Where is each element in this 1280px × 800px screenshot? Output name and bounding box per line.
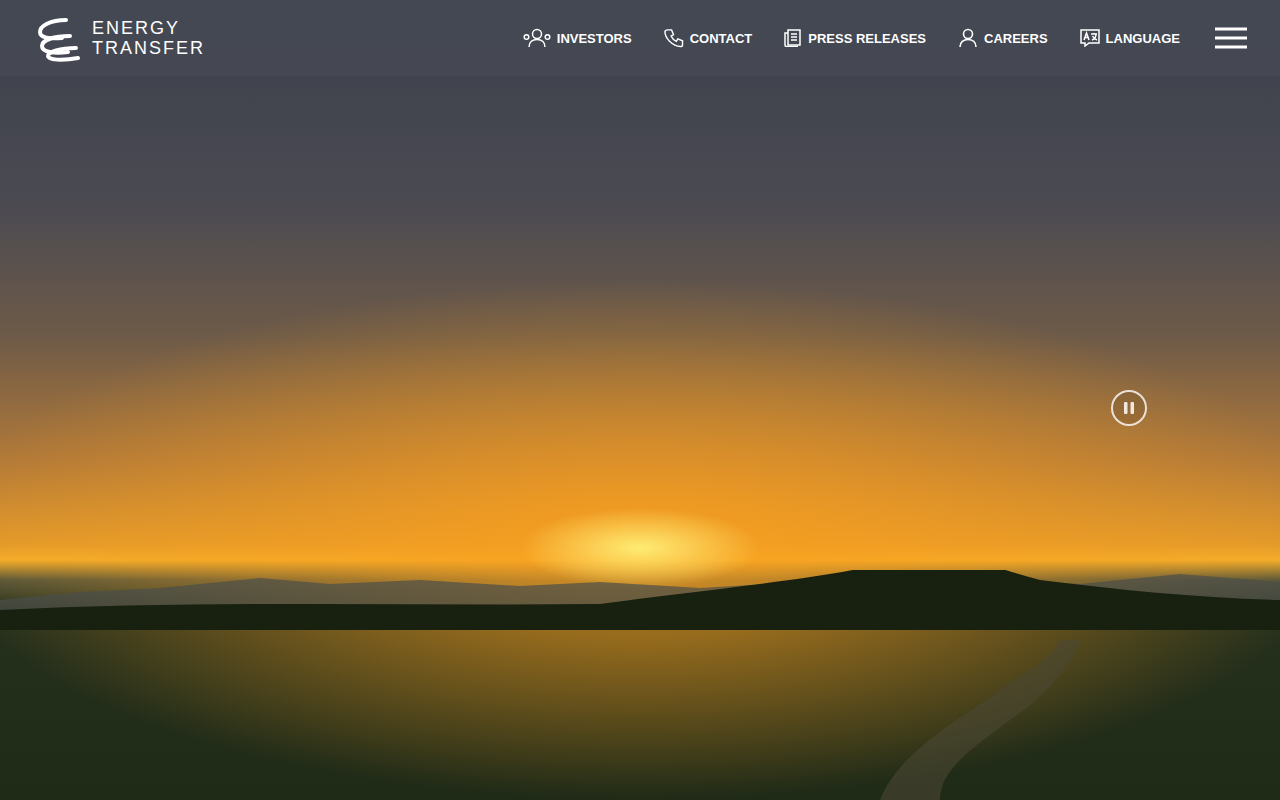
nav-label: INVESTORS [557, 31, 632, 46]
menu-button[interactable] [1214, 26, 1248, 50]
logo-text: TRANSFER [92, 38, 205, 58]
nav-label: CAREERS [984, 31, 1048, 46]
nav-item[interactable]: LANGUAGE [1080, 29, 1180, 47]
hamburger-icon [1214, 26, 1248, 50]
treeline [0, 570, 1280, 800]
nav-label: LANGUAGE [1106, 31, 1180, 46]
phone-icon [664, 28, 684, 48]
language-icon [1080, 29, 1100, 47]
nav-label: CONTACT [690, 31, 753, 46]
nav-item[interactable]: CONTACT [664, 28, 753, 48]
nav-item[interactable]: PRESS RELEASES [784, 29, 926, 47]
hero-video [0, 0, 1280, 800]
play-pause-button[interactable] [1111, 390, 1147, 426]
logo-text: ENERGY [92, 18, 205, 38]
investors-icon [523, 28, 551, 48]
site-header: ENERGYTRANSFER INVESTORS CONTACT PRESS RELE… [0, 0, 1280, 76]
logo-icon [36, 14, 86, 62]
top-nav: INVESTORS CONTACT PRESS RELEASES CAREERS LAN… [523, 28, 1180, 48]
landscape [0, 570, 1280, 800]
nav-item[interactable]: INVESTORS [523, 28, 632, 48]
nav-item[interactable]: CAREERS [958, 28, 1048, 48]
logo[interactable]: ENERGYTRANSFER [36, 14, 205, 62]
nav-label: PRESS RELEASES [808, 31, 926, 46]
press-icon [784, 29, 802, 47]
person-icon [958, 28, 978, 48]
pause-icon [1122, 401, 1136, 415]
